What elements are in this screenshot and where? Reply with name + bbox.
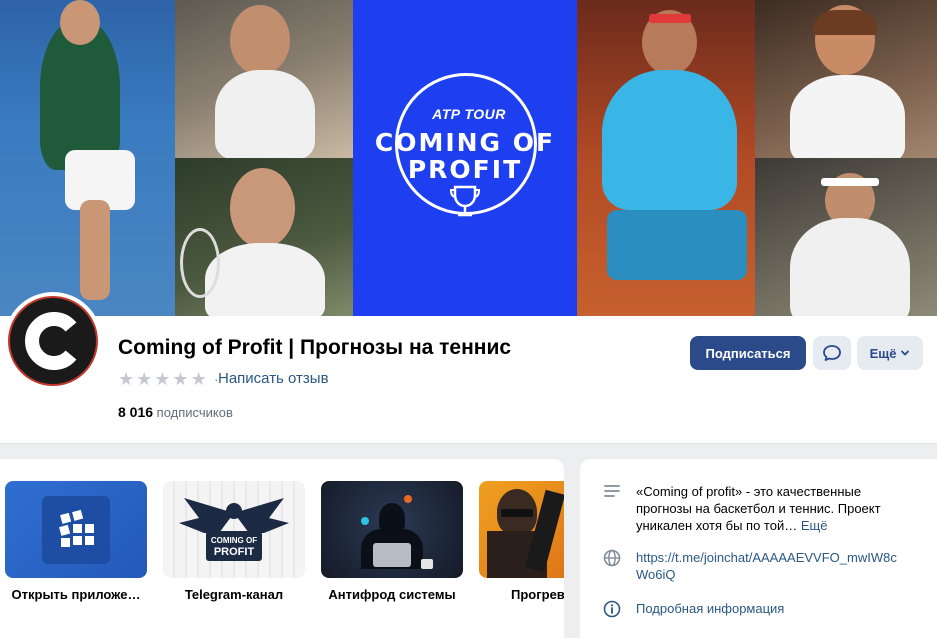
thumb-text-2: PROFIT [213, 546, 255, 558]
app-thumbnail: COMING OF PROFIT [163, 481, 305, 578]
cover-photo-player-6 [755, 158, 937, 316]
star-icon: ★ [136, 369, 153, 389]
atp-tour-logo: ATP TOUR [432, 106, 506, 122]
details-row: Подробная информация [602, 600, 906, 618]
subscribe-button[interactable]: Подписаться [690, 336, 806, 370]
more-label: Ещё [869, 345, 897, 361]
avatar-logo [8, 296, 98, 386]
app-thumbnail [479, 481, 564, 578]
cover-photo-player-3 [175, 158, 353, 316]
subscribers-number: 8 016 [118, 404, 154, 420]
write-review-link[interactable]: Написать отзыв [218, 370, 329, 387]
star-icon: ★ [118, 369, 135, 389]
subscribers-label: подписчиков [156, 405, 233, 420]
cover-title-line2: PROFIT [407, 155, 523, 184]
rating-stars[interactable]: ★ ★ ★ ★ ★ [118, 370, 207, 388]
website-link[interactable]: https://t.me/joinchat/AAAAAEVVFO_mwIW8cW… [636, 549, 906, 583]
app-item-telegram[interactable]: COMING OF PROFIT Telegram-канал [163, 481, 305, 602]
c-logo-icon [25, 312, 77, 370]
star-icon: ★ [190, 369, 207, 389]
cover-title-line1: COMING OF [374, 128, 556, 157]
message-button[interactable] [813, 336, 851, 370]
text-lines-icon [602, 483, 622, 534]
details-link[interactable]: Подробная информация [636, 600, 906, 618]
cover-photo-player-1 [0, 0, 175, 316]
cover-photo-player-4 [577, 0, 755, 316]
app-label: Открыть приложе… [11, 587, 141, 602]
app-thumbnail [321, 481, 463, 578]
app-item-antifraud[interactable]: Антифрод системы [321, 481, 463, 602]
cover-image: ATP TOUR COMING OF PROFIT [0, 0, 937, 316]
cup-icon [421, 559, 433, 569]
cover-photo-player-2 [175, 0, 353, 158]
app-item-warmup[interactable]: Прогрев [479, 481, 564, 602]
atp-logo-panel: ATP TOUR COMING OF PROFIT [353, 0, 577, 316]
info-card: «Coming of profit» - это качественные пр… [580, 459, 937, 638]
app-thumbnail [5, 481, 147, 578]
app-label: Антифрод системы [328, 587, 456, 602]
more-button[interactable]: Ещё [857, 336, 923, 370]
laptop-icon [373, 543, 411, 567]
subscribers-count[interactable]: 8 016 подписчиков [118, 404, 233, 420]
cover-photo-player-5 [755, 0, 937, 158]
description-row: «Coming of profit» - это качественные пр… [602, 483, 906, 534]
thumb-text-1: COMING OF [210, 536, 258, 545]
app-item-open-app[interactable]: Открыть приложе… [5, 481, 147, 602]
community-avatar[interactable] [4, 292, 102, 390]
description-text: «Coming of profit» - это качественные пр… [636, 483, 906, 534]
app-label: Прогрев [511, 587, 564, 602]
chevron-down-icon [901, 350, 910, 356]
community-name: Coming of Profit | Прогнозы на теннис [118, 336, 512, 359]
star-icon: ★ [154, 369, 171, 389]
globe-icon [602, 549, 622, 583]
info-circle-icon [602, 600, 622, 618]
apps-card: Открыть приложе… COMING OF PROFIT Telegr… [0, 459, 564, 638]
chat-bubble-icon [823, 345, 841, 361]
app-grid-icon [59, 509, 94, 547]
description-body: «Coming of profit» - это качественные пр… [636, 484, 881, 533]
star-icon: ★ [172, 369, 189, 389]
website-row: https://t.me/joinchat/AAAAAEVVFO_mwIW8cW… [602, 549, 906, 583]
app-label: Telegram-канал [184, 587, 284, 602]
description-more-link[interactable]: Ещё [801, 518, 828, 533]
trophy-icon [449, 185, 481, 217]
